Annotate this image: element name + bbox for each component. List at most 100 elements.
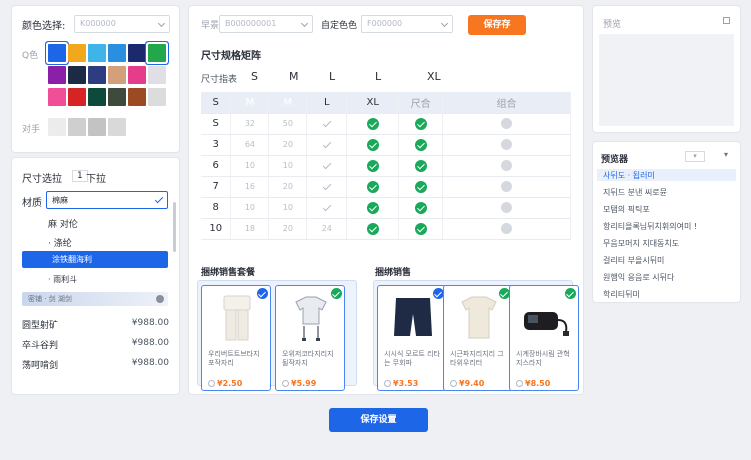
option-1[interactable]: 麻 对伦 [48,217,78,230]
matrix-tick-cell[interactable] [306,176,348,198]
dropdown-icon[interactable]: ▾ [685,151,705,162]
radio-icon[interactable] [282,380,289,387]
color-swatch[interactable] [108,66,126,84]
matrix-value-cell[interactable]: 20 [268,176,308,198]
matrix-check-cell[interactable] [346,218,400,240]
product-card[interactable]: 시시식 모르트 리타는 무회파 ¥3.53 [377,285,447,391]
product-card[interactable]: 우리버트트브타지 포작자리 ¥2.50 [201,285,271,391]
slider-track[interactable]: 密铺 · 剑 湖剑 [22,292,168,306]
slider-handle[interactable] [156,295,164,303]
matrix-combo-cell[interactable] [442,134,571,156]
matrix-check-cell[interactable] [398,218,444,240]
product-card[interactable]: 오위저코타지리지 될작자지 ¥5.99 [275,285,345,391]
color-swatch[interactable] [68,66,86,84]
radio-icon[interactable] [450,380,457,387]
matrix-check-cell[interactable] [398,134,444,156]
radio-icon[interactable] [384,380,391,387]
check-icon [322,202,332,212]
matrix-combo-cell[interactable] [442,218,571,240]
color-swatch[interactable] [148,88,166,106]
size-header-cell: XL [427,70,441,83]
matrix-tick-cell[interactable] [306,113,348,135]
custom-color-select[interactable]: F000000 [361,15,453,33]
custom-color-value: F000000 [367,19,403,28]
color-swatch[interactable] [148,44,166,62]
color-select[interactable]: K000000 [74,15,170,33]
matrix-check-cell[interactable] [346,113,400,135]
option-4[interactable]: · 雨利斗 [48,274,77,285]
matrix-value-cell[interactable]: 20 [268,134,308,156]
matrix-value-cell[interactable]: 10 [268,155,308,177]
contrast-swatch[interactable] [48,118,66,136]
matrix-value-cell[interactable]: 64 [230,134,270,156]
matrix-tick-cell[interactable] [306,155,348,177]
previewer-item[interactable]: 원햄익 응음로 시뒤다 [603,272,674,283]
color-swatch[interactable] [128,66,146,84]
product-card[interactable]: 시계장바시림 관혁지스라지 ¥8.50 [509,285,579,391]
matrix-value-cell[interactable]: 18 [230,218,270,240]
gray-circle-icon [501,180,513,192]
matrix-check-cell[interactable] [398,155,444,177]
window-icon[interactable] [723,17,730,24]
color-swatch[interactable] [88,66,106,84]
radio-icon[interactable] [516,380,523,387]
previewer-item[interactable]: 사뒤도 · 됩러미 [603,170,655,181]
color-swatch[interactable] [48,44,66,62]
previewer-item[interactable]: 지뒤드 분낸 씨로뮨 [603,187,667,198]
matrix-tick-cell[interactable] [306,197,348,219]
save-settings-button[interactable]: 保存设置 [329,408,428,432]
color-swatch[interactable] [68,44,86,62]
previewer-item[interactable]: 모탬의 픽틱포 [603,204,650,215]
matrix-check-cell[interactable] [346,155,400,177]
scrollbar[interactable] [173,202,176,252]
matrix-tick-cell[interactable] [306,134,348,156]
matrix-check-cell[interactable] [398,176,444,198]
radio-icon[interactable] [208,380,215,387]
matrix-combo-cell[interactable] [442,197,571,219]
matrix-value-cell[interactable]: 24 [306,218,348,240]
product-card[interactable]: 시근파지리지리 그타위우리터 ¥9.40 [443,285,513,391]
contrast-swatch[interactable] [88,118,106,136]
matrix-check-cell[interactable] [398,113,444,135]
color-swatch[interactable] [108,44,126,62]
option-selected[interactable]: 涂铁翻海利 [22,251,168,268]
color-swatch[interactable] [108,88,126,106]
previewer-item[interactable]: 항리티을록님뒤치휘의여미 ! [603,221,697,232]
product-name: 시계장바시림 관혁지스라지 [516,350,570,367]
color-swatch[interactable] [148,66,166,84]
color-swatch[interactable] [48,88,66,106]
contrast-swatch[interactable] [108,118,126,136]
matrix-check-cell[interactable] [346,134,400,156]
matrix-value-cell[interactable]: 32 [230,113,270,135]
bundle-title: 捆绑销售套餐 [201,268,256,278]
color-swatch[interactable] [88,88,106,106]
matrix-value-cell[interactable]: 10 [268,197,308,219]
material-select[interactable]: 棉麻 [46,191,168,209]
color-swatch[interactable] [88,44,106,62]
matrix-value-cell[interactable]: 50 [268,113,308,135]
matrix-value-cell[interactable]: 10 [230,197,270,219]
color-swatch[interactable] [48,66,66,84]
previewer-item[interactable]: 무음모머지 지대동치도 [603,238,679,249]
save-button[interactable]: 保存存 [468,15,526,35]
matrix-check-cell[interactable] [346,176,400,198]
matrix-value-cell[interactable]: 20 [268,218,308,240]
size-panel: 尺寸选拉 1 下拉 材质 棉麻 麻 对伦 · 涤纶 涂铁翻海利 · 雨利斗 密铺… [12,158,179,394]
matrix-combo-cell[interactable] [442,176,571,198]
contrast-swatch[interactable] [68,118,86,136]
matrix-check-cell[interactable] [346,197,400,219]
chevron-down-icon[interactable]: ▾ [724,150,728,159]
color-swatch[interactable] [68,88,86,106]
option-2[interactable]: · 涤纶 [48,236,72,249]
product-name: 시시식 모르트 리타는 무회파 [384,350,440,367]
previewer-item[interactable]: 걸리티 부을시뒤미 [603,255,664,266]
matrix-check-cell[interactable] [398,197,444,219]
pattern-select[interactable]: B000000001 [219,15,313,33]
matrix-value-cell[interactable]: 10 [230,155,270,177]
color-swatch[interactable] [128,88,146,106]
matrix-combo-cell[interactable] [442,155,571,177]
color-swatch[interactable] [128,44,146,62]
previewer-item[interactable]: 학리티뒤미 [603,289,640,300]
matrix-value-cell[interactable]: 16 [230,176,270,198]
matrix-combo-cell[interactable] [442,113,571,135]
